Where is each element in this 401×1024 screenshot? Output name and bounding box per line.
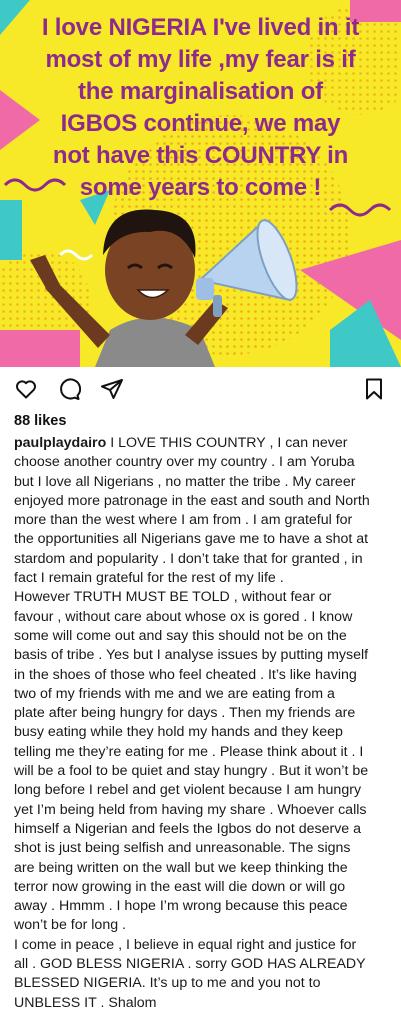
likes-count[interactable]: 88 likes xyxy=(14,413,66,429)
caption-username[interactable]: paulplaydairo xyxy=(14,435,106,451)
comment-icon[interactable] xyxy=(57,377,82,401)
post-action-bar xyxy=(0,367,401,411)
bookmark-icon[interactable] xyxy=(362,377,386,401)
post-image[interactable]: I love NIGERIA I've lived in it most of … xyxy=(0,0,401,367)
send-icon[interactable] xyxy=(100,377,124,401)
caption-text: I LOVE THIS COUNTRY , I can never choose… xyxy=(14,435,370,1011)
post-caption: paulplaydairo I LOVE THIS COUNTRY , I ca… xyxy=(14,434,392,1013)
post-image-headline: I love NIGERIA I've lived in it most of … xyxy=(41,14,360,201)
heart-icon[interactable] xyxy=(14,377,38,401)
